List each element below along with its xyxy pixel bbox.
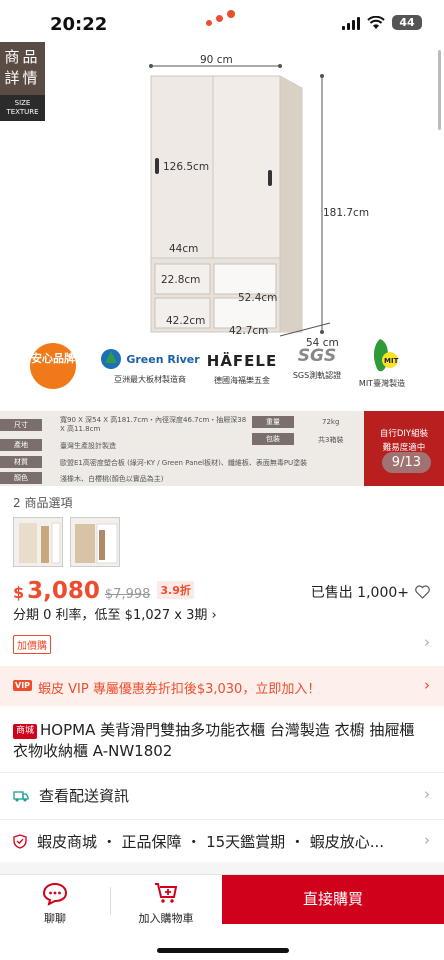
divider (0, 772, 444, 773)
image-pager: 9/13 (381, 452, 431, 473)
diy-banner: 自行DIY組裝 難易度適中 (364, 411, 444, 486)
bar-divider (110, 887, 111, 915)
shipping-label: 查看配送資訊 (39, 787, 130, 805)
cart-label: 加入購物車 (138, 912, 194, 925)
shield-check-icon (13, 834, 27, 849)
spec-value-color: 淺橡木、白櫻桃(顏色以實品為主) (60, 475, 164, 483)
clock: 20:22 (50, 14, 108, 35)
spec-label-pack: 包裝 (252, 433, 294, 445)
battery-icon: 44 (392, 15, 422, 30)
guarantee-text: 蝦皮商城 ・ 正品保障 ・ 15天鑑賞期 ・ 蝦皮放心... (37, 833, 385, 851)
price-current: 3,080 (27, 578, 100, 604)
buy-now-button[interactable]: 直接購買 (222, 875, 444, 924)
dim-bottom-width-2: 42.7cm (229, 325, 269, 337)
divider (0, 819, 444, 820)
spec-value-weight: 72kg (322, 418, 340, 426)
addon-chevron-icon[interactable]: › (424, 633, 430, 651)
dim-height: 181.7cm (323, 207, 370, 219)
chat-button[interactable]: 聊聊 (10, 875, 100, 929)
shipping-chevron-icon[interactable]: › (424, 785, 430, 803)
vip-badge: VIP (13, 680, 33, 691)
guarantee-chevron-icon[interactable]: › (424, 831, 430, 849)
hafele-logo: HÄFELE 德國海福樂五金 (206, 352, 278, 385)
shipping-row[interactable]: 查看配送資訊 (13, 785, 129, 806)
addon-tag[interactable]: 加價購 (13, 635, 51, 654)
product-title: 商城 HOPMA 美背滑門雙抽多功能衣櫃 台灣製造 衣櫥 抽屜櫃 衣物收納櫃 A-… (13, 721, 415, 760)
svg-text:MIT: MIT (384, 357, 399, 365)
spec-table: 尺寸 寬90 X 深54 X 高181.7cm・內徑深度46.7cm・抽屜深38… (0, 411, 444, 486)
section-gap (0, 862, 444, 874)
status-icons: 44 (342, 15, 422, 30)
spec-value-pack: 共3箱裝 (318, 436, 344, 444)
shopee-dots-icon (206, 10, 242, 30)
home-indicator (157, 948, 289, 953)
tree-icon (101, 349, 122, 369)
price-block: $ 3,080 $7,998 3.9折 (13, 578, 194, 604)
dim-shelf-width: 52.4cm (238, 292, 278, 304)
mit-logo: MIT MIT臺灣製造 (352, 336, 412, 389)
vip-chevron-icon: › (424, 676, 430, 694)
spec-value-origin: 臺灣生產設計製造 (60, 442, 116, 450)
dim-width: 90 cm (200, 54, 233, 66)
spec-value-size: 寬90 X 深54 X 高181.7cm・內徑深度46.7cm・抽屜深38 X … (60, 416, 247, 433)
price-currency: $ (13, 583, 25, 602)
spec-label-color: 顏色 (0, 472, 42, 484)
product-image[interactable]: 商品 詳情 SIZE TEXTURE 90 cm 126.5cm 181.7cm 4… (0, 40, 444, 410)
wifi-icon (367, 15, 385, 29)
chat-icon (42, 882, 68, 906)
guarantee-row[interactable]: 蝦皮商城 ・ 正品保障 ・ 15天鑑賞期 ・ 蝦皮放心... (13, 831, 408, 852)
dim-drawer-width: 22.8cm (161, 274, 201, 286)
options-label: 2 商品選項 (13, 496, 73, 510)
spec-label-origin: 產地 (0, 439, 42, 451)
price-original: $7,998 (104, 587, 151, 602)
cart-plus-icon (155, 883, 178, 903)
dim-bottom-width: 42.2cm (166, 315, 206, 327)
heart-icon[interactable] (415, 585, 430, 599)
mall-badge: 商城 (13, 724, 38, 739)
spec-label-size: 尺寸 (0, 419, 42, 431)
spec-label-material: 材質 (0, 456, 42, 468)
sgs-logo: SGS SGS測軌認證 (292, 346, 342, 380)
chat-label: 聊聊 (44, 912, 66, 925)
add-to-cart-button[interactable]: 加入購物車 (120, 875, 212, 929)
discount-badge: 3.9折 (157, 581, 194, 599)
green-river-logo: Green River 亞洲最大板材製造商 (100, 348, 200, 385)
spec-label-weight: 重量 (252, 416, 294, 428)
option-thumb-1[interactable] (13, 517, 63, 567)
installment-info[interactable]: 分期 0 利率，低至 $1,027 x 3期 › (13, 604, 217, 623)
dim-inner-width: 44cm (169, 243, 199, 255)
taiwan-mit-icon: MIT (373, 339, 399, 372)
trust-brand-badge: 安心品牌 (30, 343, 76, 389)
signal-icon (342, 16, 360, 30)
option-thumb-2[interactable] (70, 517, 120, 567)
truck-icon (13, 790, 29, 801)
vip-banner[interactable]: VIP 蝦皮 VIP 專屬優惠券折扣後$3,030，立即加入！ › (0, 666, 444, 706)
spec-value-material: 歐盟E1高密度塑合板 (綠河-KY / Green Panel板材)、纖維板、表… (60, 459, 308, 467)
wardrobe-illustration (149, 64, 331, 337)
dim-door-height: 126.5cm (163, 161, 210, 173)
bottom-action-bar: 聊聊 加入購物車 直接購買 (0, 874, 444, 928)
vip-text: 蝦皮 VIP 專屬優惠券折扣後$3,030，立即加入！ (38, 682, 321, 697)
sold-count: 已售出 1,000+ (311, 582, 430, 602)
brand-row: 安心品牌 Green River 亞洲最大板材製造商 HÄFELE 德國海福樂五… (0, 339, 444, 410)
